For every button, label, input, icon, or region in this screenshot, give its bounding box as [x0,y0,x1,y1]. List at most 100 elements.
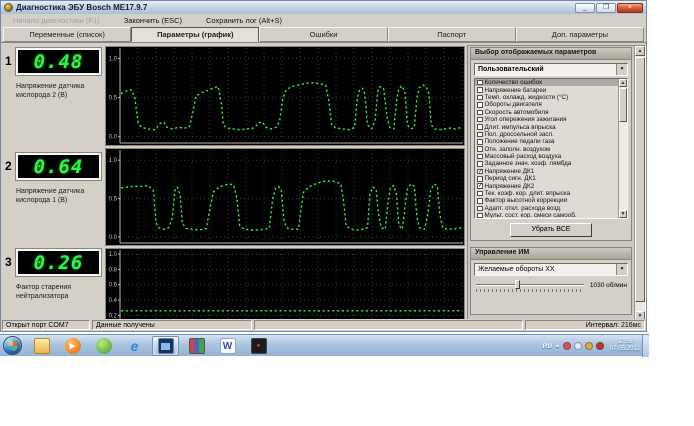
tab-1[interactable]: Параметры (график) [131,27,259,42]
svg-text:0.5: 0.5 [109,197,118,203]
parameter-row-11[interactable]: Заданное знач. коэф. лямбда [475,160,627,167]
checkbox[interactable] [477,132,483,138]
list-scroll-down-icon[interactable]: ▼ [619,210,627,218]
list-scrollbar[interactable]: ▲ ▼ [618,79,627,218]
checkbox[interactable] [477,139,483,145]
checkbox[interactable] [477,146,483,152]
chart-3: 1.00.80.60.40.2 [105,248,465,323]
parameter-label: Количество ошибок [485,79,543,86]
parameter-row-6[interactable]: Длит. импульса впрыска [475,123,627,130]
checkbox[interactable] [477,95,483,101]
checkbox[interactable] [477,198,483,204]
parameter-row-18[interactable]: Мульт. сост. кор. смеси самооб. [475,212,627,219]
parameter-row-0[interactable]: Количество ошибок [475,79,627,86]
taskbar-item-browser[interactable]: e [121,336,148,356]
menu-item-1[interactable]: Закончить (ESC) [112,16,194,25]
parameter-label: Темп. охлажд. жидкости (°C) [485,94,569,101]
tab-3[interactable]: Паспорт [388,27,516,42]
taskbar-item-utility[interactable] [90,336,117,356]
ecu-tool-icon: ● [251,338,267,354]
menu-item-2[interactable]: Сохранить лог (Alt+S) [194,16,294,25]
close-button[interactable]: × [617,3,643,13]
panel-scrollbar[interactable]: ▲ ▼ [634,46,645,321]
readout-block-1: 10.48Напряжение датчика кислорода 2 (В) [1,47,105,147]
chevron-down-icon[interactable]: ▼ [616,264,627,275]
scroll-up-icon[interactable]: ▲ [635,46,645,56]
utility-icon [96,338,112,354]
checkbox[interactable] [477,80,483,86]
checkbox-checked[interactable]: ✓ [477,169,483,175]
checkbox[interactable] [477,213,483,219]
checkbox[interactable] [477,176,483,182]
parameter-row-3[interactable]: Обороты двигателя [475,101,627,108]
checkbox[interactable] [477,87,483,93]
clear-all-button[interactable]: Убрать ВСЕ [510,223,592,237]
taskbar-item-winrar[interactable] [183,336,210,356]
security-alert-icon[interactable] [596,342,604,350]
profile-dropdown[interactable]: Пользовательский ▼ [474,63,628,76]
scroll-thumb[interactable] [635,57,645,302]
checkbox[interactable] [477,110,483,116]
taskbar-item-word[interactable]: W [214,336,241,356]
parameter-row-9[interactable]: Отн. заполн. воздухом [475,146,627,153]
titlebar[interactable]: Диагностика ЭБУ Bosch ME17.9.7 _ ❐ × [1,1,646,14]
parameter-row-17[interactable]: Адапт. откл. расхода возд. [475,205,627,212]
slider-thumb[interactable] [515,280,520,289]
checkbox[interactable] [477,117,483,123]
chevron-down-icon[interactable]: ▼ [616,64,627,75]
chart-2: 1.00.50.0 [105,148,465,246]
parameter-row-1[interactable]: Напряжение батареи [475,86,627,93]
taskbar-item-media-player[interactable]: ▶ [59,336,86,356]
volume-icon[interactable] [574,342,582,350]
tab-0[interactable]: Переменные (список) [3,27,131,42]
taskbar-item-diagnostic-app[interactable] [152,336,179,356]
svg-text:0.0: 0.0 [109,135,118,141]
hidden-icons-icon[interactable]: ▲ [555,343,560,349]
maximize-button[interactable]: ❐ [596,3,616,13]
checkbox[interactable] [477,206,483,212]
checkbox[interactable] [477,191,483,197]
checkbox-checked[interactable]: ✓ [477,183,483,189]
parameter-row-12[interactable]: ✓Напряжение ДК1 [475,168,627,175]
minimize-button[interactable]: _ [575,3,595,13]
checkbox[interactable] [477,161,483,167]
actuator-dropdown[interactable]: Желаемые обороты XX ▼ [474,263,628,276]
parameter-label: Заданное знач. коэф. лямбда [485,160,572,167]
language-indicator[interactable]: RU [543,343,552,350]
parameter-row-13[interactable]: Период сигн. ДК1 [475,175,627,182]
lcd-value: 0.64 [34,156,84,178]
svg-text:1.0: 1.0 [109,56,118,62]
clock-time: 17:59 [610,339,640,346]
parameter-row-15[interactable]: Тек. коэф. кор. длит. впрыска [475,190,627,197]
parameter-row-8[interactable]: Положение педали газа [475,138,627,145]
right-panel: ▲ ▼ Выбор отображаемых параметров Пользо… [467,45,646,322]
parameter-row-2[interactable]: Темп. охлажд. жидкости (°C) [475,94,627,101]
start-button[interactable] [3,336,22,355]
show-desktop-button[interactable] [642,335,649,357]
checkbox[interactable] [477,102,483,108]
readout-number: 3 [5,255,12,269]
parameter-label: Напряжение ДК2 [485,183,535,190]
rpm-slider[interactable] [476,280,584,294]
checkbox[interactable] [477,124,483,130]
parameter-row-16[interactable]: Фактор высотной коррекции [475,197,627,204]
tab-2[interactable]: Ошибки [259,27,387,42]
list-scroll-thumb[interactable] [619,88,627,122]
taskbar-item-explorer[interactable] [28,336,55,356]
tab-bar: Переменные (список)Параметры (график)Оши… [3,27,644,42]
checkbox[interactable] [477,154,483,160]
tab-4[interactable]: Доп. параметры [516,27,644,42]
readout-label: Напряжение датчика кислорода 2 (В) [16,82,102,100]
parameter-row-10[interactable]: Массовый расход воздуха [475,153,627,160]
chart-plot: 1.00.50.0 [106,47,464,145]
lcd-value: 0.48 [34,51,84,73]
parameter-row-7[interactable]: Пол. дроссельной засл. [475,131,627,138]
parameter-row-14[interactable]: ✓Напряжение ДК2 [475,182,627,189]
antivirus-icon[interactable] [563,342,571,350]
parameter-row-5[interactable]: Угол опережения зажигания [475,116,627,123]
list-scroll-up-icon[interactable]: ▲ [619,79,627,87]
clock[interactable]: 17:59 07.05.2012 [610,339,640,353]
taskbar-item-ecu-tool[interactable]: ● [245,336,272,356]
update-icon[interactable] [585,342,593,350]
parameter-row-4[interactable]: Скорость автомобиля [475,109,627,116]
